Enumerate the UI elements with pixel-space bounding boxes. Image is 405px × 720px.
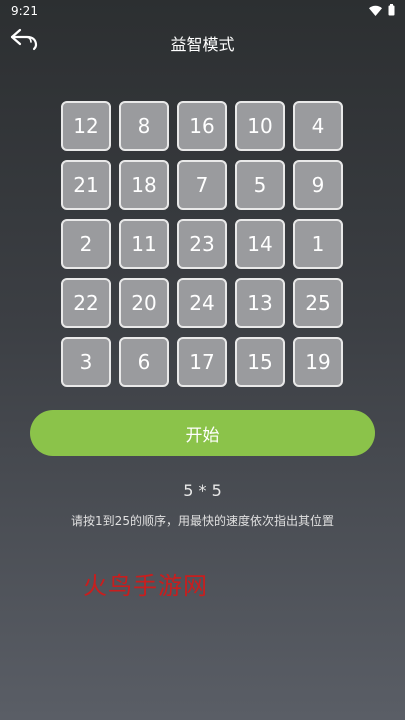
grid-cell[interactable]: 5 (235, 160, 285, 210)
grid-cell[interactable]: 1 (293, 219, 343, 269)
battery-icon (388, 4, 395, 16)
grid-cell[interactable]: 7 (177, 160, 227, 210)
grid-cell[interactable]: 4 (293, 101, 343, 151)
status-bar: 9:21 (0, 0, 405, 22)
grid-cell[interactable]: 11 (119, 219, 169, 269)
app-header: 益智模式 (0, 22, 405, 62)
grid-cell[interactable]: 2 (61, 219, 111, 269)
page-title: 益智模式 (170, 35, 235, 54)
grid-cell[interactable]: 3 (61, 337, 111, 387)
grid-cell[interactable]: 12 (61, 101, 111, 151)
watermark: 火鸟手游网 (83, 572, 208, 600)
grid-cell[interactable]: 22 (61, 278, 111, 328)
grid-cell[interactable]: 15 (235, 337, 285, 387)
grid-cell[interactable]: 13 (235, 278, 285, 328)
status-icons (369, 4, 395, 16)
grid-cell[interactable]: 17 (177, 337, 227, 387)
grid-cell[interactable]: 20 (119, 278, 169, 328)
start-button[interactable]: 开始 (30, 410, 375, 456)
grid-cell[interactable]: 21 (61, 160, 111, 210)
wifi-icon (369, 5, 382, 16)
grid-cell[interactable]: 10 (235, 101, 285, 151)
number-grid: 12 8 16 10 4 21 18 7 5 9 2 11 23 14 1 22… (61, 101, 343, 387)
grid-cell[interactable]: 14 (235, 219, 285, 269)
status-time: 9:21 (11, 4, 38, 18)
grid-cell[interactable]: 24 (177, 278, 227, 328)
grid-size-label: 5 * 5 (183, 481, 222, 500)
grid-cell[interactable]: 25 (293, 278, 343, 328)
grid-cell[interactable]: 8 (119, 101, 169, 151)
instruction-text: 请按1到25的顺序，用最快的速度依次指出其位置 (71, 514, 334, 528)
grid-cell[interactable]: 23 (177, 219, 227, 269)
grid-cell[interactable]: 18 (119, 160, 169, 210)
grid-cell[interactable]: 16 (177, 101, 227, 151)
grid-cell[interactable]: 9 (293, 160, 343, 210)
grid-cell[interactable]: 6 (119, 337, 169, 387)
grid-cell[interactable]: 19 (293, 337, 343, 387)
